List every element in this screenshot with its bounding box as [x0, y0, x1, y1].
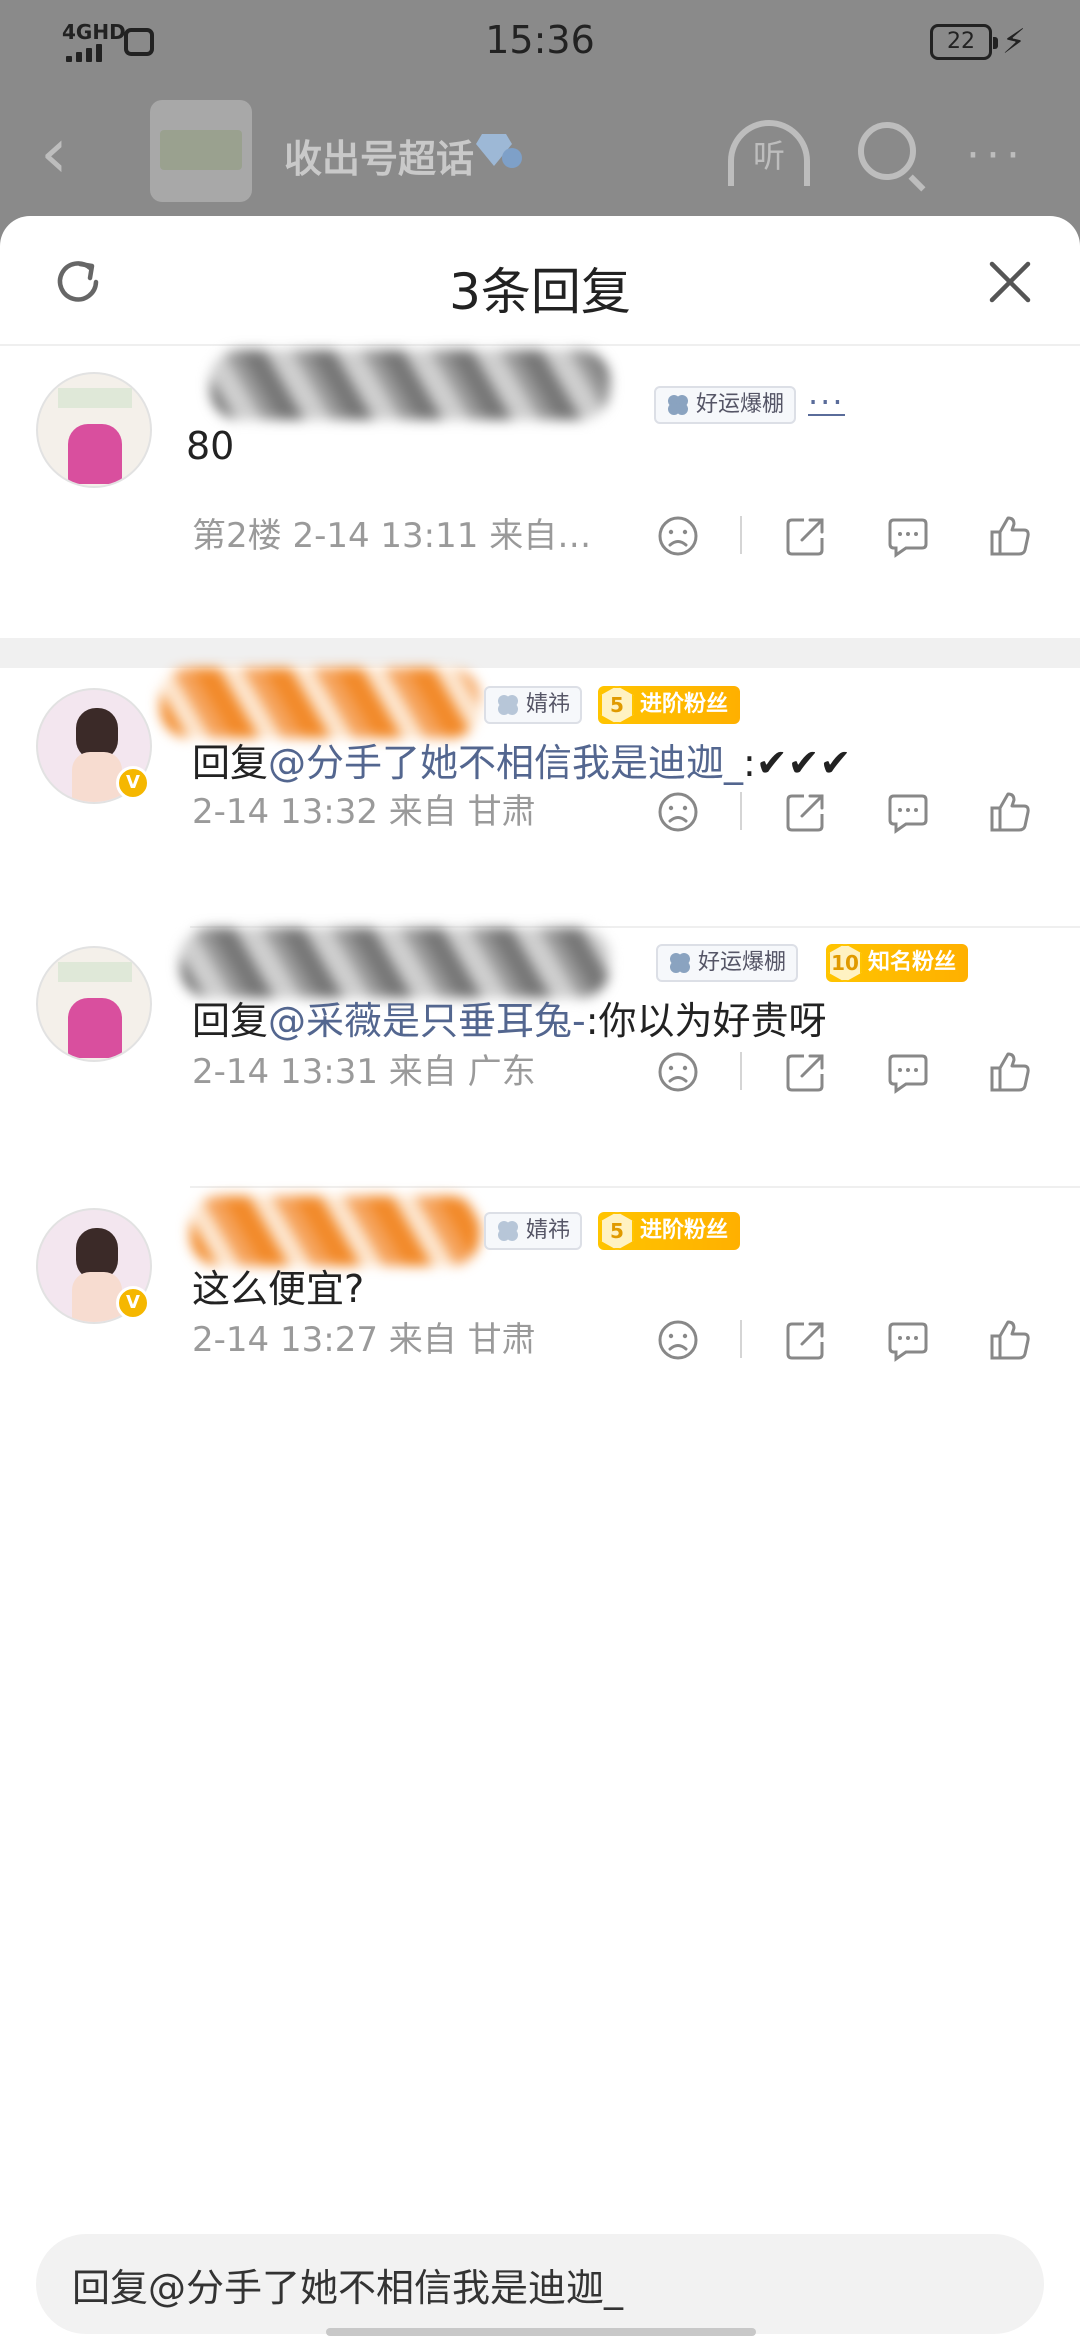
comment-text: 回复@采薇是只垂耳兔-:你以为好贵呀 [192, 990, 827, 1045]
more-button[interactable]: ··· [966, 130, 1026, 181]
clover-icon [498, 695, 518, 715]
dislike-face-icon[interactable] [656, 1318, 700, 1362]
comment-actions [656, 1310, 1036, 1366]
comment-actions [656, 506, 1036, 562]
comment-text: 80 [186, 424, 235, 468]
action-separator [740, 1320, 742, 1358]
comment-meta: 2-14 13:27 来自 甘肃 [192, 1320, 536, 1360]
share-icon[interactable] [784, 514, 828, 558]
reply-item: 好运爆棚 10 知名粉丝 回复@采薇是只垂耳兔-:你以为好贵呀 2-14 13:… [0, 928, 1080, 1186]
listen-button[interactable]: 听 [728, 120, 810, 186]
comment-icon[interactable] [886, 514, 930, 558]
reply-bar [36, 2234, 1044, 2334]
fan-level-badge[interactable]: 5 进阶粉丝 [598, 1212, 741, 1250]
comment-meta: 2-14 13:31 来自 广东 [192, 1052, 536, 1092]
fan-level-number: 10 [828, 944, 862, 982]
redacted-username [210, 350, 610, 420]
fan-level-label: 知名粉丝 [868, 950, 957, 975]
mention-link[interactable]: @分手了她不相信我是迪迦_ [268, 741, 743, 785]
clock: 15:36 [485, 18, 595, 62]
charging-icon: ⚡ [1002, 22, 1026, 62]
redacted-username [190, 1196, 480, 1266]
user-tag[interactable]: 婧祎 [484, 686, 583, 724]
clover-icon [498, 1221, 518, 1241]
reply-body: :你以为好贵呀 [585, 999, 827, 1043]
fan-level-label: 进阶粉丝 [640, 1218, 729, 1243]
share-icon[interactable] [784, 1050, 828, 1094]
fan-level-badge[interactable]: 5 进阶粉丝 [598, 686, 741, 724]
verified-icon: V [116, 1286, 150, 1320]
user-tag-label: 婧祎 [526, 692, 571, 717]
reply-input[interactable] [72, 2234, 1012, 2334]
reply-item: V 婧祎 5 进阶粉丝 这么便宜? 2-14 13:27 来自 甘肃 [0, 1188, 1080, 1446]
clover-icon [668, 395, 688, 415]
user-tag-label: 好运爆棚 [698, 950, 787, 975]
dislike-face-icon[interactable] [656, 790, 700, 834]
verified-icon: V [116, 766, 150, 800]
user-tag[interactable]: 婧祎 [484, 1212, 583, 1250]
user-tag[interactable]: 好运爆棚 [656, 944, 799, 982]
dislike-face-icon[interactable] [656, 1050, 700, 1094]
action-separator [740, 516, 742, 554]
share-icon[interactable] [784, 1318, 828, 1362]
reply-prefix: 回复 [192, 999, 269, 1043]
reply-item: V 婧祎 5 进阶粉丝 回复@分手了她不相信我是迪迦_:✔✔✔ 2-14 13:… [0, 668, 1080, 918]
battery-icon: 22 [930, 24, 998, 60]
reply-prefix: 回复 [192, 741, 269, 785]
sheet-title: 3条回复 [449, 263, 631, 321]
fan-level-label: 进阶粉丝 [640, 692, 729, 717]
action-separator [740, 1052, 742, 1090]
more-options[interactable]: ··· [808, 386, 845, 418]
comment-text: 回复@分手了她不相信我是迪迦_:✔✔✔ [192, 732, 851, 787]
mention-link[interactable]: @采薇是只垂耳兔- [268, 999, 586, 1043]
comment-meta: 2-14 13:32 来自 甘肃 [192, 792, 536, 832]
comment-text: 这么便宜? [192, 1267, 365, 1311]
root-comment: 好运爆棚 ··· 80 第2楼 2-14 13:11 来自… [0, 346, 1080, 638]
comment-meta: 第2楼 2-14 13:11 来自… [192, 516, 592, 556]
share-icon[interactable] [784, 790, 828, 834]
comment-icon[interactable] [886, 790, 930, 834]
fan-level-badge[interactable]: 10 知名粉丝 [826, 944, 969, 982]
diamond-level-icon [476, 134, 522, 168]
avatar[interactable] [36, 372, 152, 488]
comment-actions [656, 782, 1036, 838]
sheet-header: 3条回复 [0, 216, 1080, 346]
thumbs-up-icon[interactable] [988, 790, 1032, 834]
avatar[interactable] [36, 946, 152, 1062]
close-icon[interactable] [984, 256, 1036, 308]
comment-actions [656, 1042, 1036, 1098]
topic-logo[interactable] [150, 100, 252, 202]
section-divider [0, 638, 1080, 668]
fan-level-number: 5 [600, 1212, 634, 1250]
user-tag-label: 好运爆棚 [696, 392, 785, 417]
reply-body: :✔✔✔ [743, 741, 852, 785]
back-arrow-icon[interactable]: ‹ [40, 118, 68, 188]
topic-title[interactable]: 收出号超话 [284, 128, 474, 183]
redacted-username [160, 668, 480, 738]
fan-level-number: 5 [600, 686, 634, 724]
comment-icon[interactable] [886, 1050, 930, 1094]
comment-icon[interactable] [886, 1318, 930, 1362]
search-icon[interactable] [858, 122, 916, 180]
redacted-username [180, 928, 610, 998]
clover-icon [670, 953, 690, 973]
thumbs-up-icon[interactable] [988, 1318, 1032, 1362]
action-separator [740, 792, 742, 830]
super-topic-header: ‹ 收出号超话 听 ··· [0, 90, 1080, 220]
replies-sheet: 3条回复 好运爆棚 ··· 80 第2楼 2-14 13:11 来自… V 婧祎… [0, 216, 1080, 2340]
home-indicator[interactable] [326, 2328, 756, 2336]
thumbs-up-icon[interactable] [988, 1050, 1032, 1094]
user-tag-label: 婧祎 [526, 1218, 571, 1243]
dislike-face-icon[interactable] [656, 514, 700, 558]
user-tag[interactable]: 好运爆棚 [654, 386, 797, 424]
thumbs-up-icon[interactable] [988, 514, 1032, 558]
status-bar: 4GHD 15:36 22 ⚡ [0, 0, 1080, 90]
